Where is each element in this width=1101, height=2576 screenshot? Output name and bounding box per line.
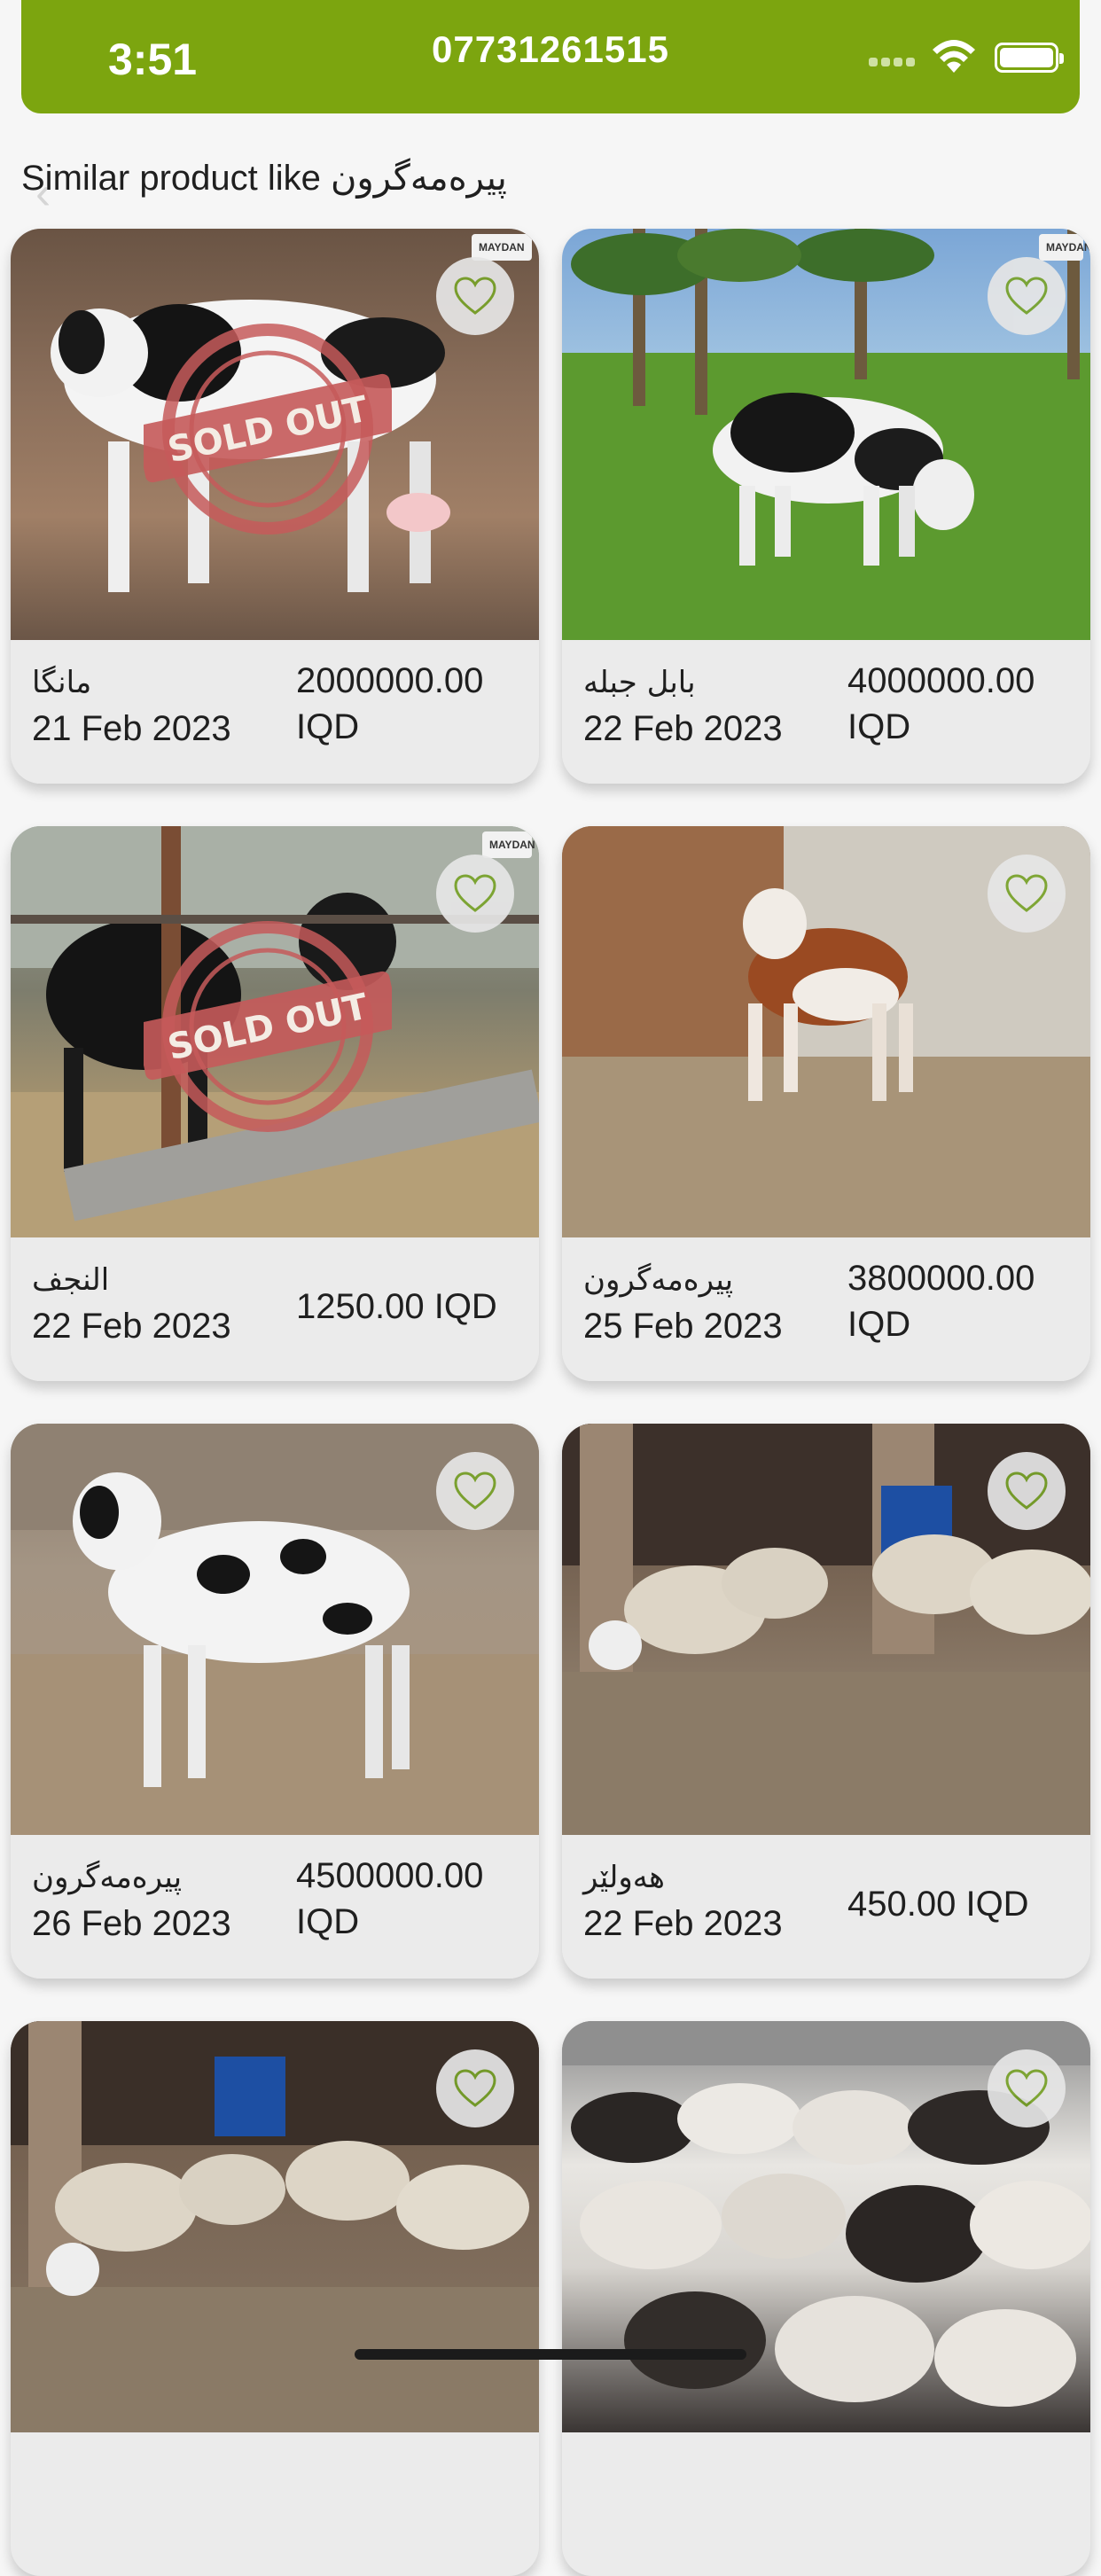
product-location: پیرەمەگرون [583,1262,734,1298]
favorite-button[interactable] [988,2049,1066,2127]
product-info: بابل جبله 22 Feb 2023 4000000.00 IQD [562,640,1090,784]
product-location: بابل جبله [583,665,696,700]
heart-outline-icon [454,1471,496,1510]
product-price: 3800000.00 IQD [847,1259,1035,1344]
sold-out-stamp: SOLD OUT [144,921,392,1132]
heart-outline-icon [1005,2069,1048,2107]
product-date: 22 Feb 2023 [583,1904,783,1943]
product-card[interactable]: پیرەمەگرون 26 Feb 2023 4500000.00 IQD [11,1424,539,1979]
product-info: پیرەمەگرون 25 Feb 2023 3800000.00 IQD [562,1237,1090,1381]
product-location: پیرەمەگرون [32,1860,183,1895]
favorite-button[interactable] [436,855,514,933]
product-date: 21 Feb 2023 [32,709,231,748]
product-card[interactable]: SOLD OUT MAYDAN مانگا 21 Feb 2023 200000… [11,229,539,784]
favorite-button[interactable] [988,257,1066,335]
heart-outline-icon [1005,874,1048,912]
product-card[interactable]: SOLD OUT MAYDAN النجف 22 Feb 2023 1250.0… [11,826,539,1381]
product-price: 1250.00 IQD [296,1287,497,1326]
product-date: 22 Feb 2023 [32,1307,231,1346]
brand-watermark: MAYDAN [1039,234,1090,261]
heart-outline-icon [454,277,496,315]
favorite-button[interactable] [436,2049,514,2127]
product-card[interactable]: MAYDAN بابل جبله 22 Feb 2023 4000000.00 … [562,229,1090,784]
product-date: 26 Feb 2023 [32,1904,231,1943]
product-date: 25 Feb 2023 [583,1307,783,1346]
product-info: النجف 22 Feb 2023 1250.00 IQD [11,1237,539,1381]
favorite-button[interactable] [988,1452,1066,1530]
favorite-button[interactable] [436,257,514,335]
product-location: النجف [32,1262,110,1298]
product-date: 22 Feb 2023 [583,709,783,748]
product-info: مانگا 21 Feb 2023 2000000.00 IQD [11,640,539,784]
section-title: Similar product like پیرەمەگرون [21,159,507,198]
product-card[interactable] [562,2021,1090,2576]
product-location: مانگا [32,665,92,700]
product-card[interactable]: پیرەمەگرون 25 Feb 2023 3800000.00 IQD [562,826,1090,1381]
header-bar: 3:51 07731261515 [21,0,1080,113]
product-price: 2000000.00 IQD [296,661,484,746]
heart-outline-icon [1005,277,1048,315]
heart-outline-icon [454,874,496,912]
home-indicator[interactable] [355,2349,746,2360]
brand-watermark: MAYDAN [482,831,535,858]
product-card[interactable]: هەولێر 22 Feb 2023 450.00 IQD [562,1424,1090,1979]
product-info: پیرەمەگرون 26 Feb 2023 4500000.00 IQD [11,1835,539,1979]
product-card[interactable] [11,2021,539,2576]
wifi-icon [931,39,977,74]
cellular-signal-icon [869,55,918,67]
product-price: 4000000.00 IQD [847,661,1035,746]
favorite-button[interactable] [436,1452,514,1530]
heart-outline-icon [1005,1471,1048,1510]
product-info: هەولێر 22 Feb 2023 450.00 IQD [562,1835,1090,1979]
favorite-button[interactable] [988,855,1066,933]
product-price: 4500000.00 IQD [296,1856,484,1941]
contact-phone[interactable]: 07731261515 [21,28,1080,71]
product-location: هەولێر [583,1860,665,1895]
sold-out-stamp: SOLD OUT [144,324,392,535]
battery-icon [995,43,1064,73]
product-price: 450.00 IQD [847,1885,1029,1924]
heart-outline-icon [454,2069,496,2107]
